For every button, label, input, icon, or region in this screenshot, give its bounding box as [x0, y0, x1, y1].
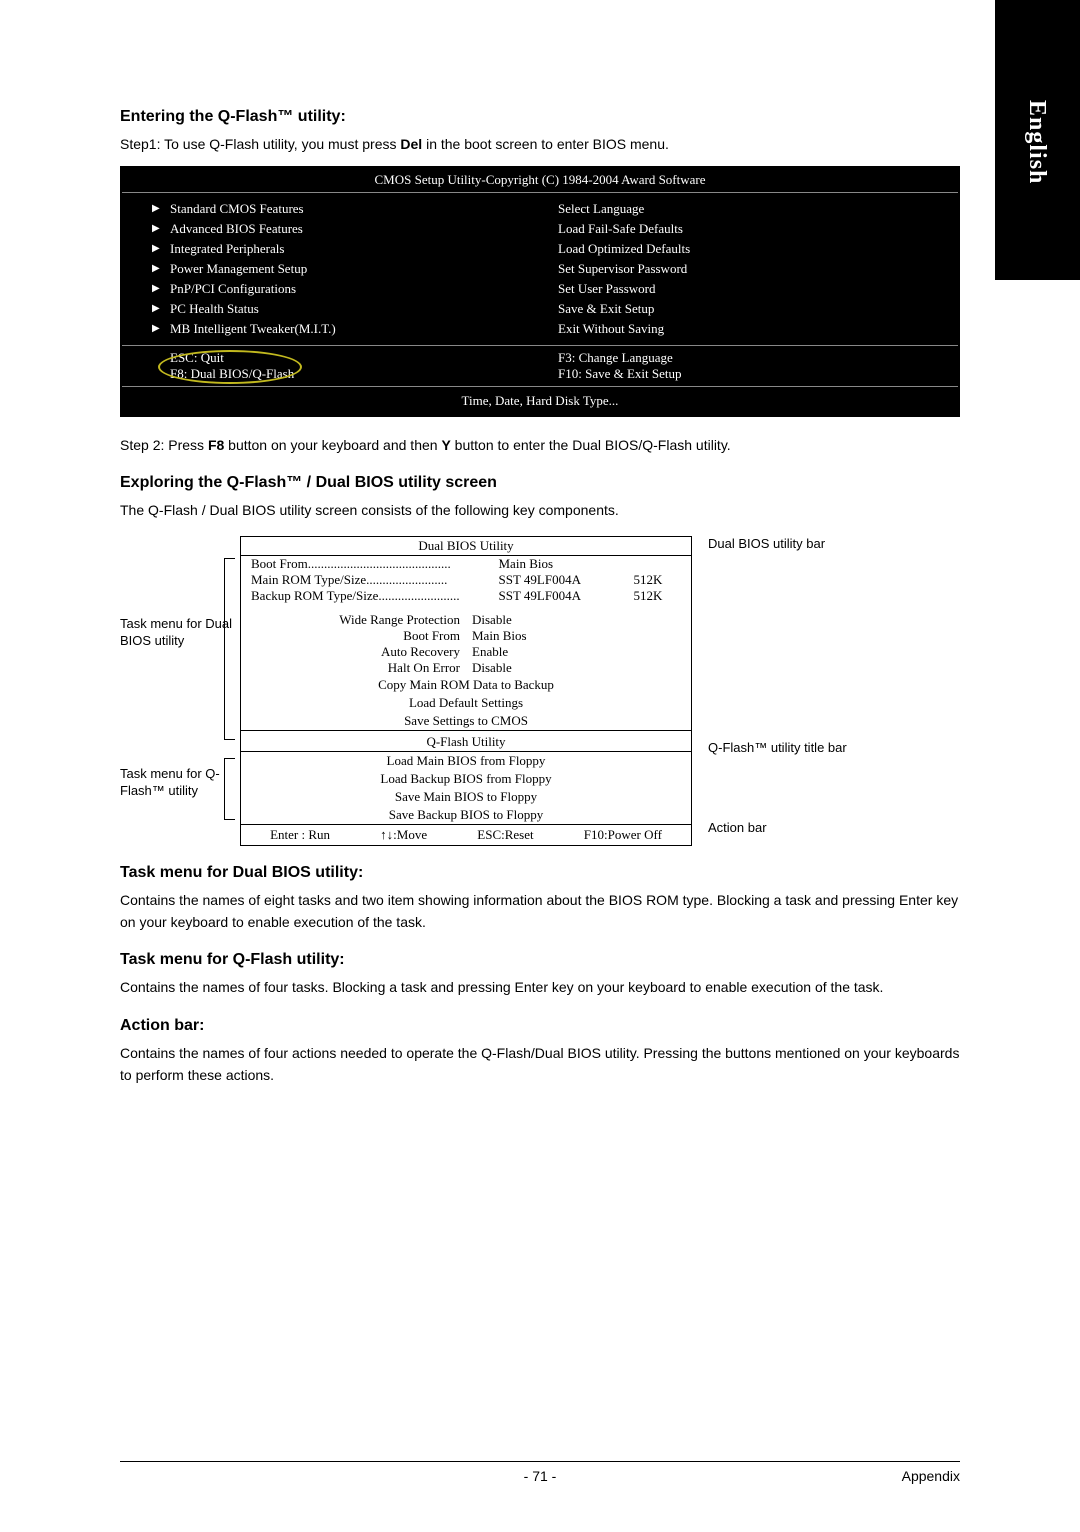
cmos-right-item: Load Fail-Safe Defaults: [558, 221, 683, 236]
text-task-qflash: Contains the names of four tasks. Blocki…: [120, 977, 960, 999]
action-esc: ESC:Reset: [477, 827, 533, 843]
page-footer: - 71 - Appendix: [120, 1461, 960, 1484]
callout-qflash-titlebar: Q-Flash™ utility title bar: [708, 740, 847, 757]
qflash-op: Save Backup BIOS to Floppy: [241, 806, 691, 825]
cmos-left-item: Advanced BIOS Features: [170, 221, 303, 236]
setting-val: Disable: [472, 612, 691, 628]
cmos-left-item: PnP/PCI Configurations: [170, 281, 296, 296]
main-rom-label: Main ROM Type/Size: [251, 572, 366, 587]
op-load-defaults: Load Default Settings: [241, 694, 691, 712]
action-f10: F10:Power Off: [584, 827, 662, 843]
heading-entering-qflash: Entering the Q-Flash™ utility:: [120, 108, 960, 126]
hint-esc-quit: ESC: Quit: [170, 350, 540, 366]
cmos-right-item: Load Optimized Defaults: [558, 241, 690, 256]
cmos-title: CMOS Setup Utility-Copyright (C) 1984-20…: [122, 168, 958, 193]
op-save-settings: Save Settings to CMOS: [241, 712, 691, 731]
cmos-left-column: ▶Standard CMOS Features ▶Advanced BIOS F…: [122, 193, 540, 345]
bracket-icon: [224, 558, 235, 740]
action-enter: Enter : Run: [270, 827, 330, 843]
step1-text: Step1: To use Q-Flash utility, you must …: [120, 134, 960, 156]
setting-val: Main Bios: [472, 628, 691, 644]
cmos-left-item: Standard CMOS Features: [170, 201, 304, 216]
setting-val: Disable: [472, 660, 691, 676]
section-name: Appendix: [902, 1468, 960, 1484]
backup-rom-size: 512K: [634, 588, 702, 604]
dual-bios-box: Dual BIOS Utility Boot From Main Bios Ma…: [240, 536, 692, 846]
action-bar: Enter : Run ↑↓:Move ESC:Reset F10:Power …: [241, 825, 691, 845]
text-task-dualbios: Contains the names of eight tasks and tw…: [120, 890, 960, 933]
cmos-setup-screenshot: CMOS Setup Utility-Copyright (C) 1984-20…: [120, 166, 960, 417]
setting-val: Enable: [472, 644, 691, 660]
cmos-right-item: Set Supervisor Password: [558, 261, 687, 276]
action-move: ↑↓:Move: [380, 827, 427, 843]
cmos-right-item: Save & Exit Setup: [558, 301, 654, 316]
dual-bios-diagram: Task menu for Dual BIOS utility Task men…: [120, 536, 960, 846]
callout-action-bar: Action bar: [708, 820, 767, 837]
cmos-help-line: Time, Date, Hard Disk Type...: [122, 387, 958, 415]
qflash-op: Save Main BIOS to Floppy: [241, 788, 691, 806]
backup-rom-label: Backup ROM Type/Size: [251, 588, 378, 603]
setting-key: Boot From: [241, 628, 460, 644]
qflash-op: Load Main BIOS from Floppy: [241, 752, 691, 770]
main-rom-value: SST 49LF004A: [499, 572, 634, 588]
cmos-hints-row: ESC: Quit F8: Dual BIOS/Q-Flash F3: Chan…: [122, 346, 958, 387]
cmos-left-item: PC Health Status: [170, 301, 259, 316]
callout-dualbios-bar: Dual BIOS utility bar: [708, 536, 825, 553]
language-side-tab-text: English: [1023, 100, 1050, 184]
heading-task-qflash: Task menu for Q-Flash utility:: [120, 951, 960, 969]
dual-bios-title: Dual BIOS Utility: [241, 537, 691, 556]
bracket-icon: [224, 758, 235, 820]
cmos-right-item: Set User Password: [558, 281, 656, 296]
heading-exploring: Exploring the Q-Flash™ / Dual BIOS utili…: [120, 474, 960, 492]
cmos-right-item: Select Language: [558, 201, 644, 216]
language-side-tab: English: [995, 0, 1080, 280]
cmos-left-item: Integrated Peripherals: [170, 241, 284, 256]
hint-f10: F10: Save & Exit Setup: [558, 366, 958, 382]
setting-key: Auto Recovery: [241, 644, 460, 660]
main-rom-size: 512K: [634, 572, 702, 588]
setting-key: Halt On Error: [241, 660, 460, 676]
callout-taskmenu-dualbios: Task menu for Dual BIOS utility: [120, 616, 235, 650]
boot-from-value: Main Bios: [499, 556, 634, 572]
page-number: - 71 -: [120, 1468, 960, 1484]
cmos-left-item: MB Intelligent Tweaker(M.I.T.): [170, 321, 336, 336]
cmos-right-item: Exit Without Saving: [558, 321, 664, 336]
hint-f3: F3: Change Language: [558, 350, 958, 366]
hint-f8-qflash: F8: Dual BIOS/Q-Flash: [170, 366, 540, 382]
exploring-intro: The Q-Flash / Dual BIOS utility screen c…: [120, 500, 960, 522]
text-action-bar: Contains the names of four actions neede…: [120, 1043, 960, 1086]
cmos-right-column: Select Language Load Fail-Safe Defaults …: [540, 193, 958, 345]
heading-action-bar: Action bar:: [120, 1017, 960, 1035]
setting-key: Wide Range Protection: [241, 612, 460, 628]
qflash-title: Q-Flash Utility: [241, 733, 691, 752]
heading-task-dualbios: Task menu for Dual BIOS utility:: [120, 864, 960, 882]
backup-rom-value: SST 49LF004A: [499, 588, 634, 604]
callout-taskmenu-qflash: Task menu for Q-Flash™ utility: [120, 766, 235, 800]
step2-text: Step 2: Press F8 button on your keyboard…: [120, 435, 960, 457]
op-copy-main-rom: Copy Main ROM Data to Backup: [241, 676, 691, 694]
boot-from-label: Boot From: [251, 556, 308, 571]
qflash-op: Load Backup BIOS from Floppy: [241, 770, 691, 788]
cmos-left-item: Power Management Setup: [170, 261, 307, 276]
